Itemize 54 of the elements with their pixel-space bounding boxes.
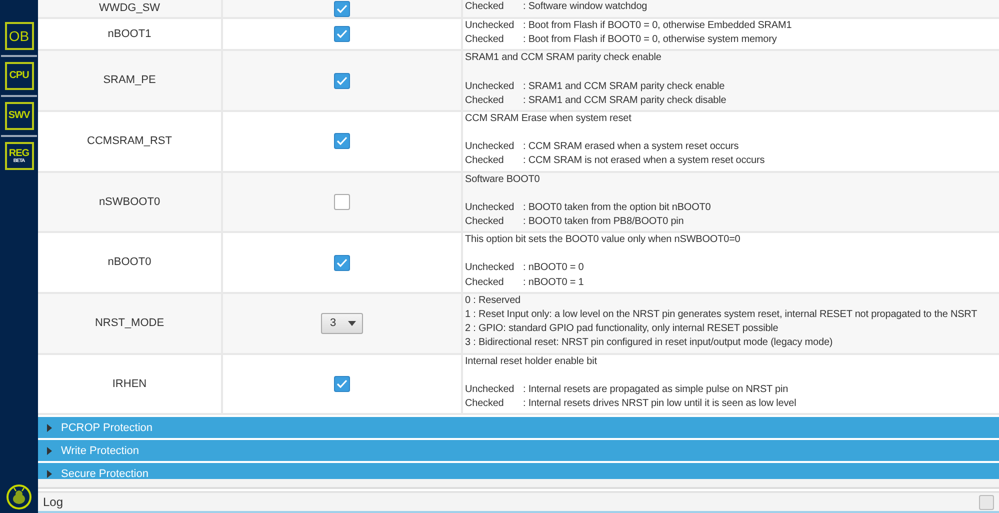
description-line: Checked : CCM SRAM is not erased when a system reset occurs <box>465 154 766 168</box>
option-name: WWDG_SW <box>98 1 160 16</box>
checkbox[interactable] <box>334 72 350 89</box>
description-title: CCM SRAM Erase when system reset <box>465 112 632 126</box>
description-line: 3 : Bidirectional reset: NRST pin configured in reset input/output mode (legacy mode) <box>465 336 834 350</box>
check-icon <box>336 76 348 86</box>
option-name: NRST_MODE <box>94 316 164 331</box>
check-icon <box>336 136 348 146</box>
check-icon <box>336 4 348 14</box>
description-line: 2 : GPIO: standard GPIO pad functionality, only internal RESET possible <box>465 322 780 336</box>
checkbox[interactable] <box>334 194 350 210</box>
description-line: Unchecked : Boot from Flash if BOOT0 = 0, otherwise Embedded SRAM1 <box>465 19 793 33</box>
description-line: 1 : Reset Input only: a low level on the NRST pin generates system reset, internal RESET not propagated to the NSRT <box>465 308 978 322</box>
checkbox[interactable] <box>334 26 350 42</box>
option-name: nSWBOOT0 <box>98 194 160 210</box>
description-line: Unchecked : nBOOT0 = 0 <box>465 261 585 276</box>
option-name: CCMSRAM_RST <box>87 134 172 150</box>
option-name: nBOOT1 <box>108 26 152 42</box>
description-line: Checked : SRAM1 and CCM SRAM parity check disable <box>465 94 728 108</box>
description-title: SRAM1 and CCM SRAM parity check enable <box>465 51 662 66</box>
description-title: Software BOOT0 <box>465 172 541 187</box>
description-line: Unchecked : CCM SRAM erased when a system reset occurs <box>465 140 740 154</box>
description-line: Checked : Internal resets drives NRST pin low until it is seen as low level <box>465 397 798 412</box>
triangle-right-icon <box>46 424 53 432</box>
option-name: SRAM_PE <box>103 73 156 88</box>
checkbox[interactable] <box>334 254 350 271</box>
sidebar-button[interactable]: CPU <box>4 62 34 90</box>
caret-icon <box>348 320 356 326</box>
description-line: 0 : Reserved <box>465 294 522 308</box>
description-title: This option bit sets the BOOT0 value only when nSWBOOT0=0 <box>465 233 742 248</box>
checkbox[interactable] <box>334 376 350 392</box>
sidebar-button[interactable]: SWV <box>4 102 34 130</box>
description-line: Checked : Software window watchdog <box>465 0 648 14</box>
description-line: Checked : BOOT0 taken from PB8/BOOT0 pin <box>465 215 685 230</box>
check-icon <box>336 378 348 389</box>
triangle-right-icon <box>46 446 53 455</box>
option-name: nBOOT0 <box>108 255 152 270</box>
description-line: Unchecked : BOOT0 taken from the option bit nBOOT0 <box>465 200 712 215</box>
description-line: Unchecked : Internal resets are propagated as simple pulse on NRST pin <box>465 382 790 397</box>
bug-icon[interactable] <box>6 484 32 510</box>
checkbox[interactable] <box>979 494 994 510</box>
check-icon <box>336 258 348 268</box>
description-title: Internal reset holder enable bit <box>465 354 598 369</box>
triangle-right-icon <box>46 470 53 478</box>
description-line: Unchecked : SRAM1 and CCM SRAM parity check enable <box>465 80 726 94</box>
check-icon <box>336 29 348 40</box>
description-line: Checked : nBOOT0 = 1 <box>465 276 585 290</box>
option-name: IRHEN <box>112 376 147 392</box>
log-title: Log <box>43 494 64 511</box>
description-line: Checked : Boot from Flash if BOOT0 = 0, otherwise system memory <box>465 33 778 48</box>
checkbox[interactable] <box>334 0 350 16</box>
dropdown[interactable]: 3 <box>321 312 363 334</box>
checkbox[interactable] <box>334 133 350 150</box>
sidebar-button[interactable]: OB <box>4 22 34 50</box>
